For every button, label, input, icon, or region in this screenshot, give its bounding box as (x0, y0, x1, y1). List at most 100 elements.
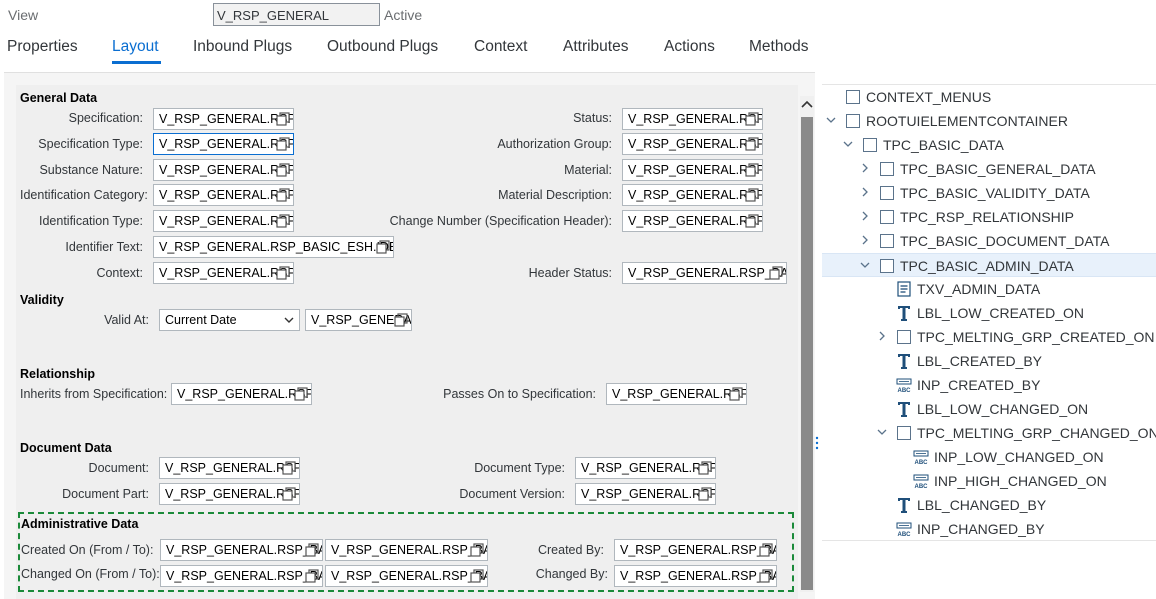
copy-icon[interactable] (276, 266, 290, 280)
field-identifier-text[interactable]: V_RSP_GENERAL.RSP_BASIC_ESH.IDENTIFIER (153, 236, 394, 258)
field-inherits-from[interactable]: V_RSP_GENERAL.RSP_BASIC_ESH.INHERITS_FRO… (171, 383, 312, 405)
inputfield-icon (913, 472, 929, 490)
field-identification-category[interactable]: V_RSP_GENERAL.RSP_BASIC_ESH.IDENT_CATEGO… (153, 184, 294, 206)
view-name-field[interactable]: V_RSP_GENERAL (213, 3, 380, 26)
field-context[interactable]: V_RSP_GENERAL.RSP_BASIC_ESH.CONTEXT (153, 262, 294, 284)
field-created-by[interactable]: V_RSP_GENERAL.RSP_BASIC_ESH.CREATED_BY (614, 539, 777, 561)
field-material-description[interactable]: V_RSP_GENERAL.RSP_BASIC_ESH.MATERIAL_DES… (622, 184, 763, 206)
expand-arrow-down-icon[interactable] (843, 139, 853, 149)
tree-node[interactable]: TPC_BASIC_GENERAL_DATA (822, 157, 1156, 181)
field-substance-nature[interactable]: V_RSP_GENERAL.RSP_BASIC_ESH.SUBSTANCE_NA… (153, 159, 294, 181)
tree-node[interactable]: TPC_BASIC_ADMIN_DATA (822, 253, 1156, 277)
tree-node[interactable]: LBL_LOW_CREATED_ON (822, 301, 1156, 325)
copy-icon[interactable] (276, 163, 290, 177)
field-authorization-group[interactable]: V_RSP_GENERAL.RSP_BASIC_ESH.AUTH_GROUP (622, 133, 763, 155)
copy-icon[interactable] (769, 266, 783, 280)
copy-icon[interactable] (305, 543, 319, 557)
expand-arrow-down-icon[interactable] (877, 427, 887, 437)
field-changed-on-to[interactable]: V_RSP_GENERAL.RSP_BASIC_ESH.CHANGED_ON_T… (325, 565, 488, 587)
field-document-type[interactable]: V_RSP_GENERAL.RSP_BASIC_ESH.DOCUMENT_TYP… (575, 457, 716, 479)
tree-node[interactable]: TPC_BASIC_VALIDITY_DATA (822, 181, 1156, 205)
tree-node[interactable]: TXV_ADMIN_DATA (822, 277, 1156, 301)
tree-node[interactable]: TPC_BASIC_DOCUMENT_DATA (822, 229, 1156, 253)
tab-properties[interactable]: Properties (7, 38, 78, 56)
splitter-handle-icon[interactable] (815, 436, 819, 452)
expand-arrow-right-icon[interactable] (860, 211, 870, 221)
tree-node[interactable]: INP_HIGH_CHANGED_ON (822, 469, 1156, 493)
copy-icon[interactable] (305, 569, 319, 583)
field-document-version[interactable]: V_RSP_GENERAL.RSP_BASIC_ESH.DOCUMENT_VER… (575, 483, 716, 505)
field-document-part[interactable]: V_RSP_GENERAL.RSP_BASIC_ESH.DOCUMENT_PAR… (159, 483, 300, 505)
copy-icon[interactable] (276, 137, 290, 151)
label-identification-type: Identification Type: (38, 214, 143, 228)
copy-icon[interactable] (394, 313, 408, 327)
tab-methods[interactable]: Methods (749, 38, 808, 56)
tree-node[interactable]: INP_CREATED_BY (822, 373, 1156, 397)
field-identification-type[interactable]: V_RSP_GENERAL.RSP_BASIC_ESH.IDENT_TYPE (153, 210, 294, 232)
expand-arrow-down-icon[interactable] (860, 260, 870, 270)
copy-icon[interactable] (729, 387, 743, 401)
copy-icon[interactable] (282, 487, 296, 501)
field-value: V_RSP_GENERAL.RSP_BASIC_ESH.MATERIAL_DES… (628, 188, 762, 202)
label-status: Status: (573, 111, 612, 125)
valid-at-select[interactable]: Current Date (159, 309, 300, 331)
tab-inbound-plugs[interactable]: Inbound Plugs (193, 38, 292, 56)
tree-node-label: TPC_RSP_RELATIONSHIP (900, 209, 1075, 225)
expand-arrow-right-icon[interactable] (860, 235, 870, 245)
expand-arrow-right-icon[interactable] (860, 163, 870, 173)
scrollbar-thumb[interactable] (801, 117, 813, 590)
copy-icon[interactable] (276, 112, 290, 126)
copy-icon[interactable] (294, 387, 308, 401)
expand-arrow-right-icon[interactable] (877, 331, 887, 341)
copy-icon[interactable] (745, 163, 759, 177)
copy-icon[interactable] (376, 240, 390, 254)
tree-node[interactable]: INP_CHANGED_BY (822, 517, 1156, 541)
field-change-number[interactable]: V_RSP_GENERAL.RSP_BASIC_ESH.CHANGE_NUMBE… (622, 210, 763, 232)
expand-arrow-right-icon[interactable] (860, 187, 870, 197)
field-changed-by[interactable]: V_RSP_GENERAL.RSP_BASIC_ESH.CHANGED_BY (614, 565, 777, 587)
tree-node[interactable]: TPC_MELTING_GRP_CREATED_ON (822, 325, 1156, 349)
copy-icon[interactable] (759, 543, 773, 557)
tab-context[interactable]: Context (474, 38, 527, 56)
copy-icon[interactable] (698, 461, 712, 475)
field-header-status[interactable]: V_RSP_GENERAL.RSP_BASIC_ESH.HEADER_STATU… (622, 262, 787, 284)
tree-node[interactable]: LBL_LOW_CHANGED_ON (822, 397, 1156, 421)
copy-icon[interactable] (745, 214, 759, 228)
copy-icon[interactable] (759, 569, 773, 583)
field-valid-at[interactable]: V_RSP_GENERAL.RSP_BASIC_ESH.VALID_AT (305, 309, 412, 331)
field-passes-on-to[interactable]: V_RSP_GENERAL.RSP_BASIC_ESH.PASSES_ON_TO (606, 383, 747, 405)
tree-node[interactable]: INP_LOW_CHANGED_ON (822, 445, 1156, 469)
copy-icon[interactable] (276, 188, 290, 202)
tab-layout[interactable]: Layout (112, 38, 159, 56)
tree-node[interactable]: TPC_MELTING_GRP_CHANGED_ON (822, 421, 1156, 445)
tree-node[interactable]: CONTEXT_MENUS (822, 85, 1156, 109)
copy-icon[interactable] (282, 461, 296, 475)
copy-icon[interactable] (745, 137, 759, 151)
tree-node[interactable]: TPC_RSP_RELATIONSHIP (822, 205, 1156, 229)
field-changed-on-from[interactable]: V_RSP_GENERAL.RSP_BASIC_ESH.CHANGED_ON_F… (160, 565, 323, 587)
field-created-on-to[interactable]: V_RSP_GENERAL.RSP_BASIC_ESH.CREATED_ON_T… (325, 539, 488, 561)
field-created-on-from[interactable]: V_RSP_GENERAL.RSP_BASIC_ESH.CREATED_ON_F… (160, 539, 323, 561)
copy-icon[interactable] (698, 487, 712, 501)
tree-node[interactable]: ROOTUIELEMENTCONTAINER (822, 109, 1156, 133)
label-substance-nature: Substance Nature: (39, 163, 143, 177)
expand-arrow-down-icon[interactable] (826, 115, 836, 125)
scroll-up-icon[interactable] (801, 99, 813, 109)
tree-node[interactable]: LBL_CHANGED_BY (822, 493, 1156, 517)
field-document[interactable]: V_RSP_GENERAL.RSP_BASIC_ESH.DOCUMENT (159, 457, 300, 479)
copy-icon[interactable] (745, 112, 759, 126)
field-specification-type[interactable]: V_RSP_GENERAL.RSP_BASIC_ESH.SPECIFICATIO… (153, 133, 294, 155)
tab-actions[interactable]: Actions (664, 38, 715, 56)
field-specification[interactable]: V_RSP_GENERAL.RSP_BASIC_ESH.SPECIFICATIO… (153, 108, 294, 130)
container-checkbox-icon (880, 162, 894, 176)
tree-node[interactable]: LBL_CREATED_BY (822, 349, 1156, 373)
field-value: V_RSP_GENERAL.RSP_BASIC_ESH.CHANGE_NUMBE… (628, 214, 762, 228)
field-material[interactable]: V_RSP_GENERAL.RSP_BASIC_ESH.MATERIAL (622, 159, 763, 181)
field-status[interactable]: V_RSP_GENERAL.RSP_BASIC_ESH.STATUS (622, 108, 763, 130)
inputfield-icon (913, 448, 929, 466)
copy-icon[interactable] (745, 188, 759, 202)
tab-outbound-plugs[interactable]: Outbound Plugs (327, 38, 438, 56)
tab-attributes[interactable]: Attributes (563, 38, 628, 56)
copy-icon[interactable] (276, 214, 290, 228)
tree-node[interactable]: TPC_BASIC_DATA (822, 133, 1156, 157)
